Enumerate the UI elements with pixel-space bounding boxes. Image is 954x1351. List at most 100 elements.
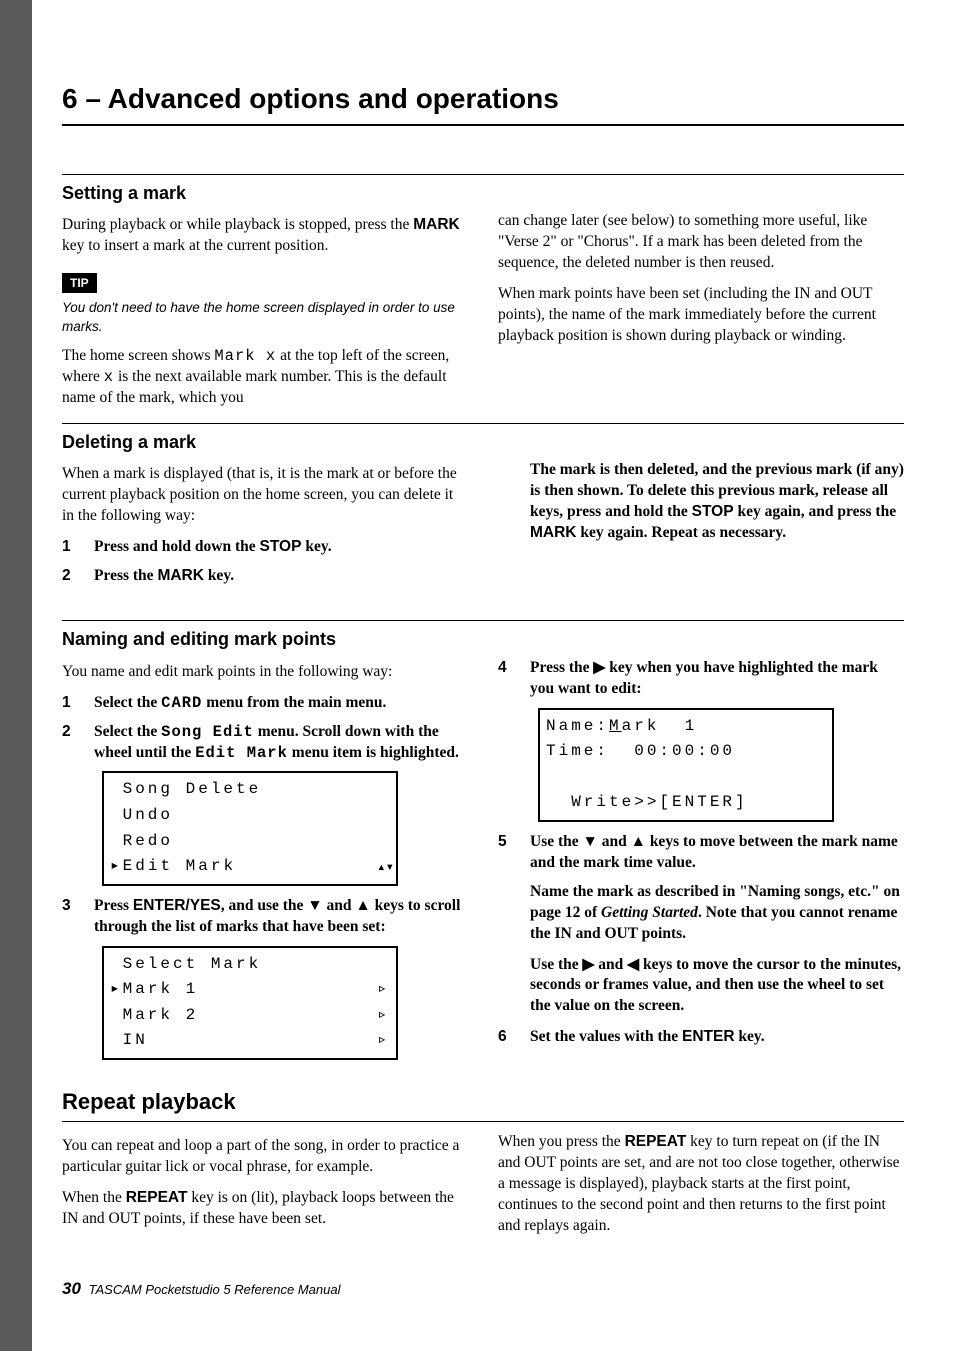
naming-s5-p1: Name the mark as described in "Naming so…	[530, 882, 904, 945]
mono-text: Song Edit	[161, 723, 254, 741]
lcd-line: IN	[110, 1031, 148, 1049]
setting-mark-p4: When mark points have been set (includin…	[498, 284, 904, 347]
text-fragment: Press and hold down the	[94, 538, 260, 555]
step-number: 6	[498, 1027, 530, 1048]
text-fragment: key again. Repeat as necessary.	[577, 524, 787, 541]
step-number: 2	[62, 566, 94, 587]
text-fragment: Select the	[94, 694, 161, 711]
lcd-line: ▸Mark 1	[110, 980, 198, 998]
lcd-line: Time: 00:00:00	[546, 742, 735, 760]
text-fragment: When the	[62, 1189, 126, 1206]
step-number: 4	[498, 658, 530, 700]
step-body: Press the MARK key.	[94, 566, 468, 587]
tip-badge: TIP	[62, 273, 97, 293]
lcd-line: Redo	[110, 832, 173, 850]
step-number: 3	[62, 896, 94, 938]
key-stop: STOP	[692, 503, 734, 520]
step-body: Press ENTER/YES, and use the ▼ and ▲ key…	[94, 896, 468, 938]
key-mark: MARK	[413, 216, 460, 233]
text-fragment: menu from the main menu.	[202, 694, 386, 711]
book-title: Getting Started	[601, 904, 698, 921]
naming-p1: You name and edit mark points in the fol…	[62, 662, 468, 683]
step-number: 5	[498, 832, 530, 874]
step-row: 4 Press the ▶ key when you have highligh…	[498, 658, 904, 700]
text-fragment: is the next available mark number. This …	[62, 368, 447, 406]
lcd-line-part: Name:	[546, 717, 609, 735]
heading-setting-a-mark: Setting a mark	[62, 174, 904, 205]
text-fragment: key again, and press the	[734, 503, 897, 520]
mono-text: Edit Mark	[195, 744, 288, 762]
setting-mark-p1: During playback or while playback is sto…	[62, 215, 468, 257]
text-fragment: key to insert a mark at the current posi…	[62, 237, 328, 254]
step-body: Select the Song Edit menu. Scroll down w…	[94, 722, 468, 764]
lcd-line: Song Delete	[110, 780, 261, 798]
step-row: 3 Press ENTER/YES, and use the ▼ and ▲ k…	[62, 896, 468, 938]
lcd-line: Select Mark	[110, 955, 261, 973]
text-fragment: During playback or while playback is sto…	[62, 216, 413, 233]
text-fragment: menu item is highlighted.	[288, 744, 459, 761]
deleting-mark-p2: The mark is then deleted, and the previo…	[530, 460, 904, 544]
step-body: Set the values with the ENTER key.	[530, 1027, 904, 1048]
lcd-cursor-char: M	[609, 717, 622, 735]
footer-text: TASCAM Pocketstudio 5 Reference Manual	[85, 1282, 341, 1297]
lcd-line-part: ark 1	[622, 717, 698, 735]
lcd-line: Undo	[110, 806, 173, 824]
updown-icon: ▴▾	[377, 857, 394, 879]
right-arrow-icon: ▹	[377, 1028, 390, 1054]
key-stop: STOP	[260, 538, 302, 555]
step-row: 5 Use the ▼ and ▲ keys to move between t…	[498, 832, 904, 874]
naming-s5-p2: Use the ▶ and ◀ keys to move the cursor …	[530, 955, 904, 1018]
heading-deleting-a-mark: Deleting a mark	[62, 423, 904, 454]
step-body: Use the ▼ and ▲ keys to move between the…	[530, 832, 904, 874]
lcd-line: Write>>[ENTER]	[546, 793, 748, 811]
step-body: Press the ▶ key when you have highlighte…	[530, 658, 904, 700]
step-number: 1	[62, 537, 94, 558]
repeat-p3: When you press the REPEAT key to turn re…	[498, 1132, 904, 1237]
step-body: Press and hold down the STOP key.	[94, 537, 468, 558]
page-number: 30	[62, 1279, 81, 1298]
lcd-line: Mark 2	[110, 1006, 198, 1024]
text-fragment: Press the	[94, 567, 157, 584]
step-body: Select the CARD menu from the main menu.	[94, 693, 468, 714]
text-fragment: key.	[301, 538, 331, 555]
step-row: 2 Press the MARK key.	[62, 566, 468, 587]
lcd-screen-3: Name:Mark 1 Time: 00:00:00 Write>>[ENTER…	[538, 708, 834, 822]
setting-mark-p2: The home screen shows Mark x at the top …	[62, 346, 468, 409]
page-footer: 30 TASCAM Pocketstudio 5 Reference Manua…	[62, 1278, 340, 1301]
chapter-title: 6 – Advanced options and operations	[62, 80, 904, 126]
key-repeat: REPEAT	[625, 1133, 687, 1150]
right-arrow-icon: ▹	[377, 1003, 390, 1029]
mono-text: x	[104, 368, 114, 386]
lcd-line: ▸Edit Mark	[110, 857, 236, 875]
step-row: 1 Select the CARD menu from the main men…	[62, 693, 468, 714]
text-fragment: When you press the	[498, 1133, 625, 1150]
mono-text: CARD	[161, 694, 202, 712]
text-fragment: The home screen shows	[62, 347, 214, 364]
text-fragment: key.	[735, 1028, 765, 1045]
heading-repeat-playback: Repeat playback	[62, 1087, 904, 1122]
lcd-screen-1: Song Delete Undo Redo ▸Edit Mark ▴▾	[102, 771, 398, 885]
right-arrow-icon: ▹	[377, 977, 390, 1003]
mono-text: Mark x	[214, 347, 276, 365]
step-row: 1 Press and hold down the STOP key.	[62, 537, 468, 558]
step-row: 2 Select the Song Edit menu. Scroll down…	[62, 722, 468, 764]
text-fragment: key.	[204, 567, 234, 584]
lcd-screen-2: Select Mark ▸Mark 1 ▹ Mark 2 ▹ IN ▹	[102, 946, 398, 1060]
step-row: 6 Set the values with the ENTER key.	[498, 1027, 904, 1048]
text-fragment: Select the	[94, 723, 161, 740]
repeat-p1: You can repeat and loop a part of the so…	[62, 1136, 468, 1178]
key-repeat: REPEAT	[126, 1189, 188, 1206]
step-number: 1	[62, 693, 94, 714]
key-enter-yes: ENTER/YES	[133, 897, 221, 914]
text-fragment: Set the values with the	[530, 1028, 682, 1045]
key-mark: MARK	[157, 567, 204, 584]
tip-text: You don't need to have the home screen d…	[62, 299, 468, 335]
deleting-mark-p1: When a mark is displayed (that is, it is…	[62, 464, 468, 527]
setting-mark-p3: can change later (see below) to somethin…	[498, 211, 904, 274]
key-enter: ENTER	[682, 1028, 735, 1045]
key-mark: MARK	[530, 524, 577, 541]
left-sidebar-decoration	[0, 0, 32, 1351]
text-fragment: Press	[94, 897, 133, 914]
repeat-p2: When the REPEAT key is on (lit), playbac…	[62, 1188, 468, 1230]
heading-naming-editing: Naming and editing mark points	[62, 620, 904, 651]
